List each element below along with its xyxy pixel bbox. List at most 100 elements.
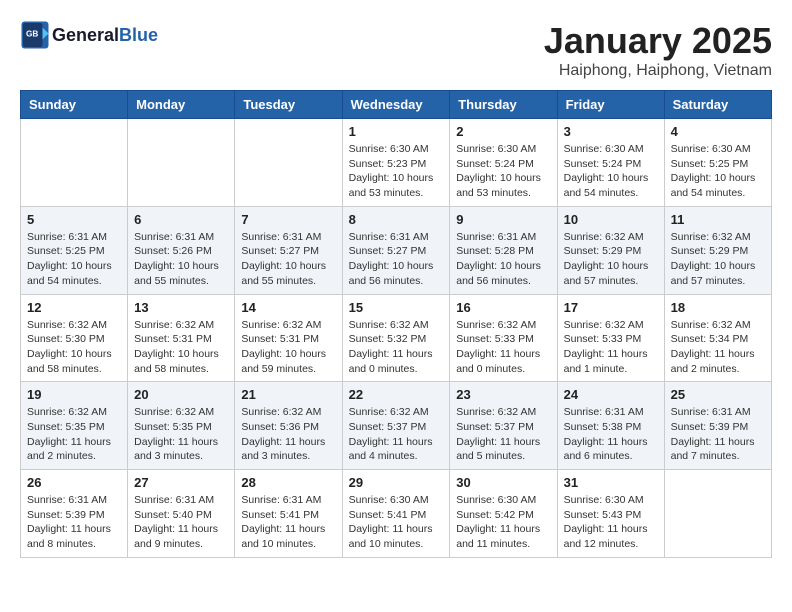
day-info: Sunrise: 6:30 AM Sunset: 5:24 PM Dayligh… xyxy=(564,142,658,201)
calendar-day-cell: 23 Sunrise: 6:32 AM Sunset: 5:37 PM Dayli… xyxy=(450,382,557,470)
calendar-day-cell: 28 Sunrise: 6:31 AM Sunset: 5:41 PM Dayli… xyxy=(235,470,342,558)
day-number: 30 xyxy=(456,475,550,490)
day-number: 9 xyxy=(456,212,550,227)
calendar-day-cell: 1Sunrise: 6:30 AM Sunset: 5:23 PM Daylig… xyxy=(342,119,450,207)
day-number: 5 xyxy=(27,212,121,227)
day-info: Sunrise: 6:32 AM Sunset: 5:33 PM Dayligh… xyxy=(564,318,658,377)
day-info: Sunrise: 6:31 AM Sunset: 5:38 PM Dayligh… xyxy=(564,405,658,464)
day-number: 19 xyxy=(27,387,121,402)
weekday-header: Saturday xyxy=(664,91,771,119)
calendar-day-cell: 14 Sunrise: 6:32 AM Sunset: 5:31 PM Dayli… xyxy=(235,294,342,382)
day-info: Sunrise: 6:30 AM Sunset: 5:42 PM Dayligh… xyxy=(456,493,550,552)
day-info: Sunrise: 6:32 AM Sunset: 5:31 PM Dayligh… xyxy=(241,318,335,377)
day-number: 11 xyxy=(671,212,765,227)
calendar-day-cell: 11 Sunrise: 6:32 AM Sunset: 5:29 PM Dayli… xyxy=(664,206,771,294)
weekday-header: Monday xyxy=(128,91,235,119)
calendar-day-cell: 19 Sunrise: 6:32 AM Sunset: 5:35 PM Dayli… xyxy=(21,382,128,470)
logo-text: GeneralBlue xyxy=(52,25,158,46)
calendar-day-cell: 18Sunrise: 6:32 AM Sunset: 5:34 PM Dayli… xyxy=(664,294,771,382)
day-info: Sunrise: 6:32 AM Sunset: 5:31 PM Dayligh… xyxy=(134,318,228,377)
calendar-day-cell: 30 Sunrise: 6:30 AM Sunset: 5:42 PM Dayli… xyxy=(450,470,557,558)
calendar-day-cell: 2 Sunrise: 6:30 AM Sunset: 5:24 PM Daylig… xyxy=(450,119,557,207)
calendar-day-cell: 12 Sunrise: 6:32 AM Sunset: 5:30 PM Dayli… xyxy=(21,294,128,382)
day-number: 14 xyxy=(241,300,335,315)
calendar-day-cell: 29 Sunrise: 6:30 AM Sunset: 5:41 PM Dayli… xyxy=(342,470,450,558)
day-info: Sunrise: 6:32 AM Sunset: 5:29 PM Dayligh… xyxy=(671,230,765,289)
calendar-day-cell: 4Sunrise: 6:30 AM Sunset: 5:25 PM Daylig… xyxy=(664,119,771,207)
calendar-day-cell: 16 Sunrise: 6:32 AM Sunset: 5:33 PM Dayli… xyxy=(450,294,557,382)
logo-icon: GB xyxy=(20,20,50,50)
day-number: 13 xyxy=(134,300,228,315)
calendar-day-cell: 24 Sunrise: 6:31 AM Sunset: 5:38 PM Dayli… xyxy=(557,382,664,470)
day-number: 31 xyxy=(564,475,658,490)
day-info: Sunrise: 6:31 AM Sunset: 5:41 PM Dayligh… xyxy=(241,493,335,552)
calendar-day-cell: 5 Sunrise: 6:31 AM Sunset: 5:25 PM Daylig… xyxy=(21,206,128,294)
day-info: Sunrise: 6:31 AM Sunset: 5:27 PM Dayligh… xyxy=(241,230,335,289)
day-info: Sunrise: 6:32 AM Sunset: 5:35 PM Dayligh… xyxy=(134,405,228,464)
svg-text:GB: GB xyxy=(26,30,38,39)
day-info: Sunrise: 6:32 AM Sunset: 5:35 PM Dayligh… xyxy=(27,405,121,464)
day-number: 29 xyxy=(349,475,444,490)
calendar-day-cell: 21 Sunrise: 6:32 AM Sunset: 5:36 PM Dayli… xyxy=(235,382,342,470)
calendar-day-cell: 3 Sunrise: 6:30 AM Sunset: 5:24 PM Daylig… xyxy=(557,119,664,207)
day-number: 20 xyxy=(134,387,228,402)
page-header: GB GeneralBlue January 2025 Haiphong, Ha… xyxy=(20,20,772,80)
title-block: January 2025 Haiphong, Haiphong, Vietnam xyxy=(544,20,772,80)
calendar-week-row: 26Sunrise: 6:31 AM Sunset: 5:39 PM Dayli… xyxy=(21,470,772,558)
calendar-day-cell: 22 Sunrise: 6:32 AM Sunset: 5:37 PM Dayli… xyxy=(342,382,450,470)
day-number: 24 xyxy=(564,387,658,402)
calendar-week-row: 12 Sunrise: 6:32 AM Sunset: 5:30 PM Dayli… xyxy=(21,294,772,382)
day-info: Sunrise: 6:30 AM Sunset: 5:41 PM Dayligh… xyxy=(349,493,444,552)
calendar-day-cell: 20 Sunrise: 6:32 AM Sunset: 5:35 PM Dayli… xyxy=(128,382,235,470)
day-number: 23 xyxy=(456,387,550,402)
day-info: Sunrise: 6:32 AM Sunset: 5:33 PM Dayligh… xyxy=(456,318,550,377)
day-number: 27 xyxy=(134,475,228,490)
weekday-header: Wednesday xyxy=(342,91,450,119)
calendar-week-row: 19 Sunrise: 6:32 AM Sunset: 5:35 PM Dayli… xyxy=(21,382,772,470)
calendar-day-cell xyxy=(664,470,771,558)
weekday-header: Friday xyxy=(557,91,664,119)
weekday-header: Sunday xyxy=(21,91,128,119)
calendar-day-cell: 15Sunrise: 6:32 AM Sunset: 5:32 PM Dayli… xyxy=(342,294,450,382)
day-number: 1 xyxy=(349,124,444,139)
day-number: 7 xyxy=(241,212,335,227)
day-info: Sunrise: 6:32 AM Sunset: 5:34 PM Dayligh… xyxy=(671,318,765,377)
day-info: Sunrise: 6:31 AM Sunset: 5:39 PM Dayligh… xyxy=(671,405,765,464)
calendar-day-cell: 26Sunrise: 6:31 AM Sunset: 5:39 PM Dayli… xyxy=(21,470,128,558)
calendar-day-cell: 6Sunrise: 6:31 AM Sunset: 5:26 PM Daylig… xyxy=(128,206,235,294)
day-info: Sunrise: 6:32 AM Sunset: 5:29 PM Dayligh… xyxy=(564,230,658,289)
day-info: Sunrise: 6:30 AM Sunset: 5:24 PM Dayligh… xyxy=(456,142,550,201)
day-info: Sunrise: 6:31 AM Sunset: 5:40 PM Dayligh… xyxy=(134,493,228,552)
day-info: Sunrise: 6:31 AM Sunset: 5:39 PM Dayligh… xyxy=(27,493,121,552)
day-info: Sunrise: 6:31 AM Sunset: 5:27 PM Dayligh… xyxy=(349,230,444,289)
calendar-header-row: SundayMondayTuesdayWednesdayThursdayFrid… xyxy=(21,91,772,119)
day-number: 12 xyxy=(27,300,121,315)
calendar-week-row: 1Sunrise: 6:30 AM Sunset: 5:23 PM Daylig… xyxy=(21,119,772,207)
day-number: 2 xyxy=(456,124,550,139)
day-number: 28 xyxy=(241,475,335,490)
day-info: Sunrise: 6:32 AM Sunset: 5:37 PM Dayligh… xyxy=(456,405,550,464)
day-number: 17 xyxy=(564,300,658,315)
day-info: Sunrise: 6:32 AM Sunset: 5:37 PM Dayligh… xyxy=(349,405,444,464)
day-number: 4 xyxy=(671,124,765,139)
calendar-day-cell xyxy=(235,119,342,207)
calendar-day-cell: 27 Sunrise: 6:31 AM Sunset: 5:40 PM Dayli… xyxy=(128,470,235,558)
weekday-header: Thursday xyxy=(450,91,557,119)
day-info: Sunrise: 6:30 AM Sunset: 5:43 PM Dayligh… xyxy=(564,493,658,552)
day-info: Sunrise: 6:31 AM Sunset: 5:25 PM Dayligh… xyxy=(27,230,121,289)
day-number: 21 xyxy=(241,387,335,402)
day-info: Sunrise: 6:32 AM Sunset: 5:36 PM Dayligh… xyxy=(241,405,335,464)
calendar-day-cell: 13 Sunrise: 6:32 AM Sunset: 5:31 PM Dayli… xyxy=(128,294,235,382)
day-number: 10 xyxy=(564,212,658,227)
day-number: 16 xyxy=(456,300,550,315)
calendar-day-cell xyxy=(128,119,235,207)
calendar: SundayMondayTuesdayWednesdayThursdayFrid… xyxy=(20,90,772,558)
day-number: 8 xyxy=(349,212,444,227)
calendar-day-cell xyxy=(21,119,128,207)
day-info: Sunrise: 6:32 AM Sunset: 5:32 PM Dayligh… xyxy=(349,318,444,377)
day-number: 3 xyxy=(564,124,658,139)
weekday-header: Tuesday xyxy=(235,91,342,119)
day-number: 22 xyxy=(349,387,444,402)
day-info: Sunrise: 6:32 AM Sunset: 5:30 PM Dayligh… xyxy=(27,318,121,377)
day-info: Sunrise: 6:31 AM Sunset: 5:26 PM Dayligh… xyxy=(134,230,228,289)
